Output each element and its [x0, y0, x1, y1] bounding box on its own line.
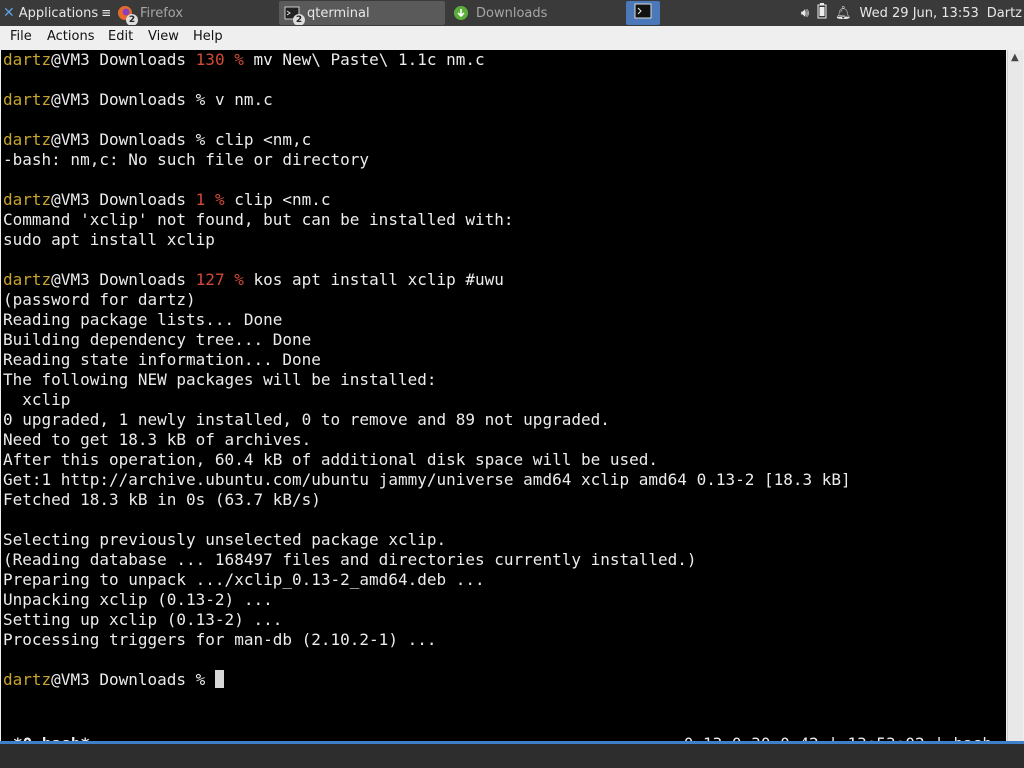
prompt-host: @VM3 Downloads	[51, 50, 196, 69]
applications-menu[interactable]: ✕ Applications ≡	[0, 0, 110, 26]
output-line: Command 'xclip' not found, but can be in…	[3, 210, 514, 229]
output-line: -bash: nm,c: No such file or directory	[3, 150, 370, 169]
scroll-up-icon[interactable]: ▲	[1011, 52, 1019, 63]
prompt-user: dartz	[3, 50, 52, 69]
menu-help[interactable]: Help	[193, 29, 223, 44]
output-line: (Reading database ... 168497 files and d…	[3, 550, 697, 569]
text-cursor	[214, 670, 224, 688]
output-line: The following NEW packages will be insta…	[3, 370, 437, 389]
output-line: 0 upgraded, 1 newly installed, 0 to remo…	[3, 410, 610, 429]
prompt-host: @VM3 Downloads	[51, 190, 196, 209]
prompt-user: dartz	[3, 130, 52, 149]
menu-bar: File Actions Edit View Help	[0, 26, 1024, 48]
command-text: clip <nm.c	[224, 190, 331, 209]
output-line: Setting up xclip (0.13-2) ...	[3, 610, 283, 629]
prompt-host: @VM3 Downloads	[51, 270, 196, 289]
top-panel: ✕ Applications ≡ 2 Firefox 2 qterminal D…	[0, 0, 1024, 26]
output-line: Fetched 18.3 kB in 0s (63.7 kB/s)	[3, 490, 321, 509]
workspace-terminal-button[interactable]	[626, 1, 660, 25]
command-text: %	[195, 670, 215, 689]
menu-icon: ≡	[101, 5, 110, 21]
xfce-logo-icon: ✕	[3, 5, 15, 21]
menu-actions[interactable]: Actions	[47, 29, 95, 44]
prompt-host: @VM3 Downloads	[51, 90, 196, 109]
command-text: mv New\ Paste\ 1.1c nm.c	[243, 50, 485, 69]
output-line: Preparing to unpack .../xclip_0.13-2_amd…	[3, 570, 485, 589]
output-line: Selecting previously unselected package …	[3, 530, 447, 549]
prompt-line: dartz@VM3 Downloads 1 % clip <nm.c	[3, 190, 331, 210]
user-name[interactable]: Dartz	[987, 6, 1022, 21]
clock[interactable]: Wed 29 Jun, 13:53	[860, 6, 979, 21]
terminal-output[interactable]: *0 bash* 0.13 0.30 0.42 | 13:53:02 | bas…	[1, 50, 1006, 768]
qterminal-window: File Actions Edit View Help *0 bash* 0.1…	[0, 26, 1024, 768]
command-text: kos apt install xclip #uwu	[243, 270, 504, 289]
prompt-line: dartz@VM3 Downloads % clip <nm,c	[3, 130, 311, 150]
output-line: sudo apt install xclip	[3, 230, 215, 249]
prompt-line: dartz@VM3 Downloads 130 % mv New\ Paste\…	[3, 50, 485, 70]
output-line: Reading state information... Done	[3, 350, 321, 369]
battery-icon[interactable]	[817, 3, 827, 23]
prompt-host: @VM3 Downloads	[51, 670, 196, 689]
prompt-user: dartz	[3, 270, 52, 289]
prompt-line: dartz@VM3 Downloads % v nm.c	[3, 90, 273, 110]
volume-icon[interactable]: 🔊︎	[801, 6, 809, 21]
window-count-badge: 2	[126, 14, 138, 25]
output-line: Reading package lists... Done	[3, 310, 283, 329]
terminal-icon	[634, 2, 652, 24]
prompt-line: dartz@VM3 Downloads %	[3, 670, 224, 690]
applications-label: Applications	[18, 5, 99, 21]
download-folder-icon	[452, 4, 470, 22]
exit-code: 130 %	[195, 50, 244, 69]
desktop-bottom-strip	[0, 744, 1024, 768]
output-line: Processing triggers for man-db (2.10.2-1…	[3, 630, 437, 649]
output-line: After this operation, 60.4 kB of additio…	[3, 450, 659, 469]
prompt-user: dartz	[3, 190, 52, 209]
taskbar-qterminal[interactable]: 2 qterminal	[279, 1, 445, 25]
prompt-user: dartz	[3, 90, 52, 109]
terminal-scrollbar[interactable]: ▲ ▼	[1007, 50, 1023, 768]
output-line: xclip	[3, 390, 71, 409]
taskbar-qterminal-label: qterminal	[307, 5, 370, 21]
exit-code: 1 %	[195, 190, 225, 209]
terminal-icon: 2	[283, 4, 305, 25]
output-line: Building dependency tree... Done	[3, 330, 312, 349]
prompt-line: dartz@VM3 Downloads 127 % kos apt instal…	[3, 270, 504, 290]
taskbar-downloads[interactable]: Downloads	[448, 1, 614, 25]
prompt-host: @VM3 Downloads	[51, 130, 196, 149]
window-count-badge: 2	[293, 14, 305, 25]
output-line: Get:1 http://archive.ubuntu.com/ubuntu j…	[3, 470, 851, 489]
taskbar-firefox[interactable]: 2 Firefox	[112, 1, 276, 25]
output-line: Need to get 18.3 kB of archives.	[3, 430, 312, 449]
menu-edit[interactable]: Edit	[108, 29, 133, 44]
exit-code: 127 %	[195, 270, 244, 289]
system-tray: 🔊︎ 🔔︎ Wed 29 Jun, 13:53 Dartz	[797, 0, 1024, 26]
notifications-bell-icon[interactable]: 🔔︎	[835, 6, 852, 21]
output-line: Unpacking xclip (0.13-2) ...	[3, 590, 273, 609]
command-text: % clip <nm,c	[195, 130, 312, 149]
prompt-user: dartz	[3, 670, 52, 689]
menu-view[interactable]: View	[148, 29, 179, 44]
firefox-icon: 2	[116, 4, 138, 25]
menu-file[interactable]: File	[10, 29, 32, 44]
taskbar-downloads-label: Downloads	[476, 5, 548, 21]
taskbar-firefox-label: Firefox	[140, 5, 184, 21]
command-text: % v nm.c	[195, 90, 273, 109]
output-line: (password for dartz)	[3, 290, 196, 309]
